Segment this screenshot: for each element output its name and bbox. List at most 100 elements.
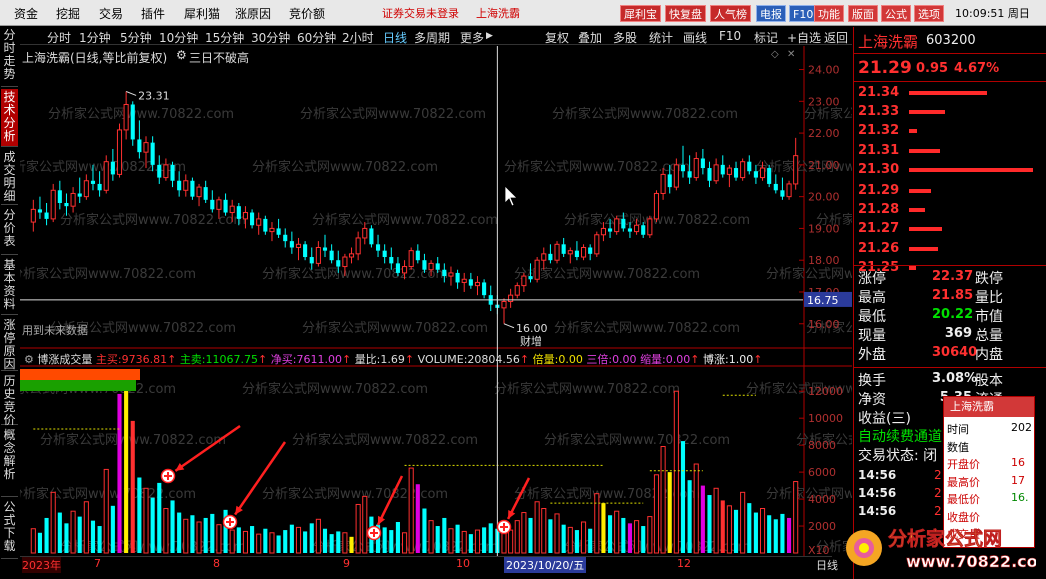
price-change-pct: 4.67%: [954, 61, 1000, 76]
app-window: 资金 挖掘 交易 插件 犀利猫 涨原因 竞价额 证券交易未登录 上海洗霸 犀利宝…: [0, 0, 1046, 579]
last-price: 21.29: [858, 58, 912, 78]
left-tab-4[interactable]: 基本资料: [1, 257, 18, 315]
toolbar-button-xuanxiang[interactable]: 选项: [914, 5, 944, 22]
candle-body: [256, 218, 262, 226]
watermark-text: 分析家公式网www.70822.com: [494, 381, 680, 397]
candle-body: [44, 212, 49, 219]
period-10min[interactable]: 10分钟: [159, 29, 198, 46]
period-multi[interactable]: 多周期: [414, 29, 450, 46]
kline-chart[interactable]: 分析家公式网www.70822.com 分析家公式网www.70822.com 分析…: [20, 46, 852, 556]
left-tab-8[interactable]: 公式下载: [1, 499, 18, 559]
logo-text: 分析家公式网: [888, 527, 1002, 550]
period-30min[interactable]: 30分钟: [251, 29, 290, 46]
toolbar-button-kuaifupan[interactable]: 快复盘: [665, 5, 706, 22]
candle-body: [501, 301, 507, 309]
volume-bar: [608, 515, 613, 553]
low-pointer: [503, 323, 515, 329]
candle-body: [673, 164, 679, 188]
toolbar-button-gongshi[interactable]: 公式: [881, 5, 911, 22]
clock: 10:09:51 周日: [955, 7, 1030, 20]
period-60min[interactable]: 60分钟: [297, 29, 336, 46]
candle-body: [733, 168, 739, 178]
y-tick-label: 18.00: [808, 254, 840, 267]
period-15min[interactable]: 15分钟: [205, 29, 244, 46]
crosshair-date: 2023/10/20/五: [504, 557, 587, 573]
candle-body: [223, 199, 228, 213]
suo-label: 缩量:: [640, 353, 666, 366]
stat-value: 30640: [932, 345, 978, 360]
diamond-icon[interactable]: ◇: [771, 49, 779, 60]
menu-jiaoyi[interactable]: 交易: [99, 5, 123, 22]
period-fenshi[interactable]: 分时: [47, 29, 71, 46]
candle-body: [767, 168, 772, 184]
volume-bar: [528, 517, 533, 553]
left-tab-7[interactable]: 概念解析: [1, 427, 18, 497]
period-more[interactable]: 更多: [460, 29, 484, 46]
candle-body: [303, 244, 308, 258]
book-volume-bar: [909, 110, 946, 115]
candle-body: [634, 224, 640, 233]
chart-settings-icon[interactable]: ⚙: [176, 48, 187, 62]
period-2hour[interactable]: 2小时: [342, 29, 374, 46]
left-tab-5[interactable]: 涨停原因: [1, 317, 18, 371]
watermark-text: 分析家公式网www.70822.com: [300, 106, 486, 122]
btn-diejia[interactable]: 叠加: [578, 29, 602, 46]
btn-huaxian[interactable]: 画线: [683, 29, 707, 46]
candle-body: [329, 250, 334, 261]
tick-value: 2: [934, 486, 942, 500]
period-daily[interactable]: 日线: [383, 29, 407, 46]
gear-icon[interactable]: ⚙: [24, 353, 34, 366]
stock-link[interactable]: 上海洗霸: [476, 5, 520, 21]
volume-bar: [303, 531, 308, 553]
candle-body: [482, 282, 487, 296]
left-tab-0[interactable]: 分时走势: [1, 27, 18, 87]
renewal-notice[interactable]: 自动续费通道: [858, 426, 942, 446]
volume-bar: [362, 495, 368, 554]
period-5min[interactable]: 5分钟: [120, 29, 152, 46]
btn-add-watchlist[interactable]: +自选: [787, 29, 821, 46]
volume-bar: [90, 520, 96, 553]
toolbar-button-xilibao[interactable]: 犀利宝: [620, 5, 661, 22]
toolbar-button-banmian[interactable]: 版面: [848, 5, 878, 22]
more-arrow-icon[interactable]: ▶: [486, 31, 493, 41]
up-arrow-icon: ↑: [258, 353, 268, 366]
btn-duogu[interactable]: 多股: [613, 29, 637, 46]
candle-body: [415, 250, 420, 261]
left-tab-1[interactable]: 技术分析: [1, 89, 18, 147]
btn-biaoji[interactable]: 标记: [754, 29, 778, 46]
menu-wajue[interactable]: 挖掘: [56, 5, 80, 22]
login-warning[interactable]: 证券交易未登录: [382, 5, 459, 21]
tooltip-row-value: 16: [1011, 456, 1025, 469]
stat-label: 净资: [858, 392, 886, 408]
volume-bar: [567, 526, 573, 554]
close-icon[interactable]: ✕: [787, 49, 795, 60]
period-1min[interactable]: 1分钟: [79, 29, 111, 46]
btn-tongji[interactable]: 统计: [649, 29, 673, 46]
toolbar-button-renqibang[interactable]: 人气榜: [710, 5, 751, 22]
watermark-text: 分析家公式网www.70822.com: [48, 106, 234, 122]
book-price: 21.27: [858, 221, 900, 237]
candle-body: [627, 228, 633, 232]
watermark-text: 分析家公式网www.70822.com: [262, 486, 448, 502]
stat-label-2: 市值: [975, 309, 1003, 325]
volume-bar: [455, 524, 460, 553]
btn-back[interactable]: 返回: [824, 29, 848, 46]
menu-xilimao[interactable]: 犀利猫: [184, 5, 220, 22]
toolbar-button-gongneng[interactable]: 功能: [814, 5, 844, 22]
candle-body: [680, 164, 686, 172]
left-tab-2[interactable]: 成交明细: [1, 149, 18, 205]
menu-zhangyuanyin[interactable]: 涨原因: [235, 5, 271, 22]
volume-bar: [474, 529, 481, 554]
candle-body: [402, 266, 408, 274]
candle-body: [295, 243, 302, 248]
left-tab-3[interactable]: 分价表: [1, 207, 18, 255]
left-tab-6[interactable]: 历史竞价: [1, 373, 18, 427]
btn-fuquan[interactable]: 复权: [545, 29, 569, 46]
watermark-text: 分析家公式网www.70822.com: [242, 381, 428, 397]
menu-chajian[interactable]: 插件: [141, 5, 165, 22]
toolbar-button-dianbao[interactable]: 电报: [756, 5, 786, 22]
menu-zijin[interactable]: 资金: [14, 5, 38, 22]
menu-jingjiae[interactable]: 竞价额: [289, 5, 325, 22]
volume-bar: [428, 520, 434, 554]
btn-f10[interactable]: F10: [719, 29, 741, 43]
